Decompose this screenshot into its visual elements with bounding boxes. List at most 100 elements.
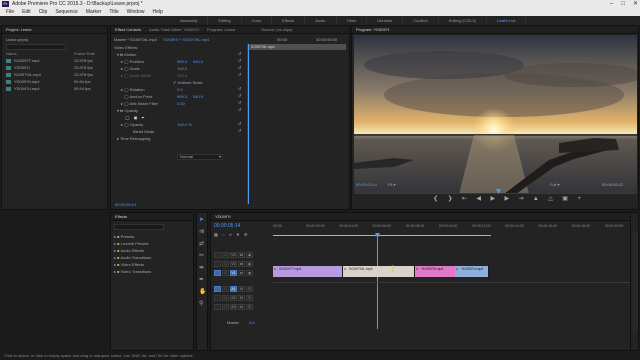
fx-badge-icon[interactable]: fx (120, 51, 123, 58)
program-fit-select[interactable]: Fit ▾ (388, 182, 406, 187)
lock-icon[interactable]: □ (222, 303, 229, 310)
stopwatch-icon[interactable]: ◯ (124, 101, 128, 106)
solo-icon[interactable]: S (246, 285, 253, 292)
effects-search-input[interactable] (114, 224, 164, 230)
eye-icon[interactable]: ◉ (246, 269, 253, 276)
step-forward-icon[interactable]: ▶ (504, 195, 509, 202)
ellipse-mask-icon[interactable]: ◯ (125, 115, 129, 120)
timeline-ruler[interactable]: 00:00 00:00:02:00 00:00:04:00 00:00:06:00 00… (273, 222, 638, 236)
ec-scale-width-value[interactable]: 100.0 (177, 72, 187, 79)
reset-icon[interactable]: ↺ (238, 86, 241, 91)
zoom-tool-icon[interactable]: ⚲ (199, 300, 203, 307)
timeline-playhead-line[interactable] (377, 237, 378, 329)
play-icon[interactable]: ▶ (490, 195, 495, 202)
ec-flicker-value[interactable]: 0.00 (177, 100, 185, 107)
timeline-clip[interactable]: fx SG0970tL.mp4 (343, 266, 415, 277)
ec-opacity-value[interactable]: 100.0 % (177, 121, 192, 128)
track-label[interactable]: A2 (230, 294, 237, 301)
track-label[interactable]: V3 (230, 251, 237, 258)
chevron-right-icon[interactable]: ▸ (121, 59, 123, 64)
workspace-tab-4[interactable]: Audio (305, 16, 337, 25)
effects-folder[interactable]: ▸ ■ Video Effects (114, 261, 144, 268)
ec-position-x[interactable]: 959.3 (177, 58, 187, 65)
reset-icon[interactable]: ↺ (238, 100, 241, 105)
razor-tool-icon[interactable]: ✂ (199, 252, 204, 259)
master-track-value[interactable]: 0.0 (249, 319, 255, 326)
workspace-tab-5[interactable]: Titles (337, 16, 367, 25)
workspace-tab-8[interactable]: Editing (CS5.5) (439, 16, 487, 25)
reset-icon[interactable]: ↺ (238, 72, 241, 77)
lock-icon[interactable]: □ (222, 294, 229, 301)
source-patch-toggle[interactable] (214, 260, 221, 267)
linked-selection-icon[interactable]: ∞ (229, 232, 232, 237)
sync-lock-icon[interactable]: ⇄ (238, 251, 245, 258)
chevron-right-icon[interactable]: ▸ (117, 136, 119, 141)
reset-icon[interactable]: ↺ (238, 128, 241, 133)
ec-motion-row[interactable]: ▾ fx Motion (117, 51, 136, 58)
project-item[interactable]: YD0097tt.mp4 (6, 78, 106, 85)
mark-out-icon[interactable]: ❯ (448, 195, 453, 202)
reset-icon[interactable]: ↺ (238, 121, 241, 126)
reset-icon[interactable]: ↺ (238, 107, 241, 112)
ec-sequence-label[interactable]: YD0097t * SG0970tL.mp4 (163, 36, 209, 43)
reset-icon[interactable]: ↺ (238, 51, 241, 56)
ec-anchor-y[interactable]: 540.0 (193, 93, 203, 100)
work-area-bar[interactable] (273, 235, 491, 236)
menu-edit[interactable]: Edit (22, 8, 31, 16)
menu-sequence[interactable]: Sequence (55, 8, 78, 16)
tab-audio-track-mixer[interactable]: Audio Track Mixer: YD0097t (149, 27, 199, 32)
mute-icon[interactable]: M (238, 285, 245, 292)
track-select-tool-icon[interactable]: ⇉ (199, 228, 204, 235)
export-frame-icon[interactable]: ▣ (562, 195, 568, 202)
workspace-tab-6[interactable]: Libraries (367, 16, 404, 25)
tab-project[interactable]: Project: Leave (6, 27, 32, 32)
lift-icon[interactable]: ▲ (533, 196, 539, 202)
sync-lock-icon[interactable]: ⇄ (238, 269, 245, 276)
extract-icon[interactable]: △ (548, 195, 553, 202)
eye-icon[interactable]: ◉ (246, 260, 253, 267)
maximize-icon[interactable]: □ (621, 0, 625, 8)
chevron-right-icon[interactable]: ▸ (121, 122, 123, 127)
go-to-in-icon[interactable]: ⇤ (462, 195, 467, 202)
program-video-frame[interactable] (354, 35, 637, 194)
stopwatch-icon[interactable]: ◯ (124, 66, 128, 71)
ec-master-label[interactable]: Master * SG0970tL.mp4 (114, 36, 157, 43)
ec-scale-value[interactable]: 100.0 (177, 65, 187, 72)
menu-window[interactable]: Window (127, 8, 145, 16)
track-label[interactable]: V2 (230, 260, 237, 267)
workspace-tab-2[interactable]: Color (242, 16, 273, 25)
workspace-tab-3[interactable]: Effects (272, 16, 306, 25)
workspace-tab-7[interactable]: CoolKrd (403, 16, 439, 25)
pen-tool-icon[interactable]: ✒ (199, 276, 204, 283)
checkbox-checked-icon[interactable]: ✔ (173, 80, 176, 85)
selection-tool-icon[interactable]: ➤ (199, 216, 204, 223)
mute-icon[interactable]: M (238, 294, 245, 301)
ec-uniform-scale[interactable]: ✔ Uniform Scale (173, 79, 203, 86)
go-to-out-icon[interactable]: ⇥ (518, 195, 523, 202)
rectangle-mask-icon[interactable]: ▣ (134, 115, 138, 120)
button-editor-icon[interactable]: + (577, 196, 581, 202)
stopwatch-icon[interactable]: ◯ (124, 94, 128, 99)
effects-folder[interactable]: ▸ ■ Lumetri Presets (114, 240, 149, 247)
ec-opacity-section[interactable]: ▾ fx Opacity (117, 107, 138, 114)
source-patch-toggle[interactable] (214, 294, 221, 301)
minimize-icon[interactable]: – (610, 0, 613, 8)
ec-mini-playhead[interactable] (248, 44, 249, 204)
tab-effect-controls[interactable]: Effect Controls (115, 27, 141, 32)
menu-clip[interactable]: Clip (39, 8, 48, 16)
chevron-right-icon[interactable]: ▸ (121, 73, 123, 78)
program-timecode[interactable]: 00:00:05:14 (356, 181, 377, 188)
fx-badge-icon[interactable]: fx (120, 108, 123, 113)
timeline-settings-icon[interactable]: ⚙ (244, 232, 248, 237)
effects-folder[interactable]: ▸ ■ Presets (114, 233, 134, 240)
source-patch-toggle[interactable] (214, 303, 221, 310)
effects-folder[interactable]: ▸ ■ Video Transitions (114, 268, 151, 275)
track-label[interactable]: V1 (230, 269, 237, 276)
chevron-right-icon[interactable]: ▸ (121, 87, 123, 92)
ec-time-remap-row[interactable]: ▸ Time Remapping (117, 135, 150, 142)
timeline-clip[interactable]: fx SG0097T.mp4 (273, 266, 343, 277)
chevron-down-icon[interactable]: ▾ (117, 52, 119, 57)
menu-marker[interactable]: Marker (86, 8, 102, 16)
snap-icon[interactable]: ∩ (222, 232, 225, 237)
mute-icon[interactable]: M (238, 303, 245, 310)
